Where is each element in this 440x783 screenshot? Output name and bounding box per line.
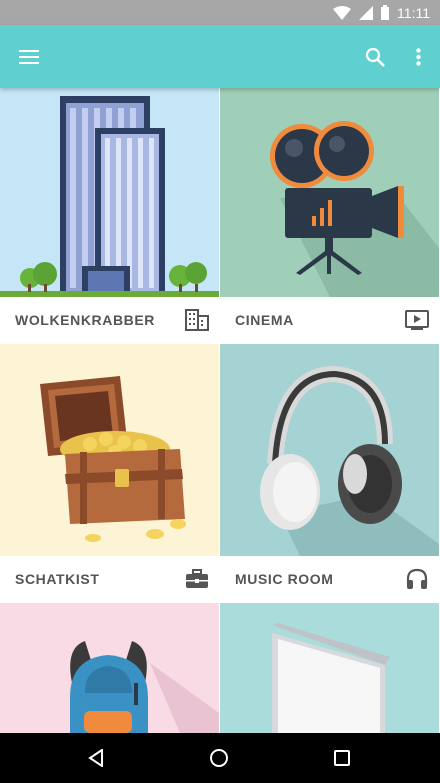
signal-icon — [359, 5, 374, 20]
tile-image-billboard — [220, 603, 439, 733]
menu-button[interactable] — [7, 25, 51, 88]
battery-icon — [381, 5, 390, 20]
backpack-illustration — [0, 603, 219, 733]
tile-image-movie-camera — [220, 88, 439, 297]
search-button[interactable] — [353, 25, 397, 88]
back-button[interactable] — [66, 733, 126, 783]
recents-button[interactable] — [312, 733, 372, 783]
home-button[interactable] — [189, 733, 249, 783]
tile-caption: CINEMA — [220, 297, 439, 343]
navigation-bar — [0, 733, 440, 783]
recents-icon — [334, 750, 350, 766]
category-grid: WOLKENKRABBER CINEMA SCHATKIST MUSIC ROO… — [0, 88, 440, 733]
tile-label: MUSIC ROOM — [235, 571, 334, 587]
tile-music-room[interactable]: MUSIC ROOM — [220, 344, 439, 602]
tile-label: CINEMA — [235, 312, 294, 328]
tile-caption: SCHATKIST — [0, 556, 219, 602]
tile-cinema[interactable]: CINEMA — [220, 88, 439, 343]
tile-image-backpack — [0, 603, 219, 733]
tile-image-skyscraper — [0, 88, 219, 297]
building-icon[interactable] — [185, 309, 209, 331]
status-icons: 11:11 — [333, 0, 430, 25]
more-vert-icon — [415, 47, 421, 66]
skyscraper-illustration — [0, 88, 219, 297]
tile-caption: WOLKENKRABBER — [0, 297, 219, 343]
video-icon[interactable] — [405, 309, 429, 331]
home-icon — [210, 749, 228, 767]
movie-camera-illustration — [220, 88, 439, 297]
tile-caption: MUSIC ROOM — [220, 556, 439, 602]
tile-schatkist[interactable]: SCHATKIST — [0, 344, 219, 602]
wifi-icon — [333, 5, 352, 20]
tile-billboard[interactable] — [220, 603, 439, 733]
tile-backpack[interactable] — [0, 603, 219, 733]
headphones-illustration — [220, 344, 439, 556]
overflow-menu-button[interactable] — [396, 25, 440, 88]
status-bar: 11:11 — [0, 0, 440, 25]
search-icon — [365, 47, 385, 67]
app-bar — [0, 25, 440, 88]
briefcase-icon[interactable] — [185, 568, 209, 590]
headphones-icon[interactable] — [405, 568, 429, 590]
tile-label: SCHATKIST — [15, 571, 100, 587]
tile-image-treasure-chest — [0, 344, 219, 556]
tile-image-headphones — [220, 344, 439, 556]
back-icon — [88, 749, 103, 767]
menu-icon — [19, 49, 39, 64]
status-time: 11:11 — [397, 4, 430, 21]
tile-wolkenkrabber[interactable]: WOLKENKRABBER — [0, 88, 219, 343]
tile-label: WOLKENKRABBER — [15, 312, 156, 328]
treasure-chest-illustration — [0, 344, 219, 556]
billboard-illustration — [220, 603, 439, 733]
